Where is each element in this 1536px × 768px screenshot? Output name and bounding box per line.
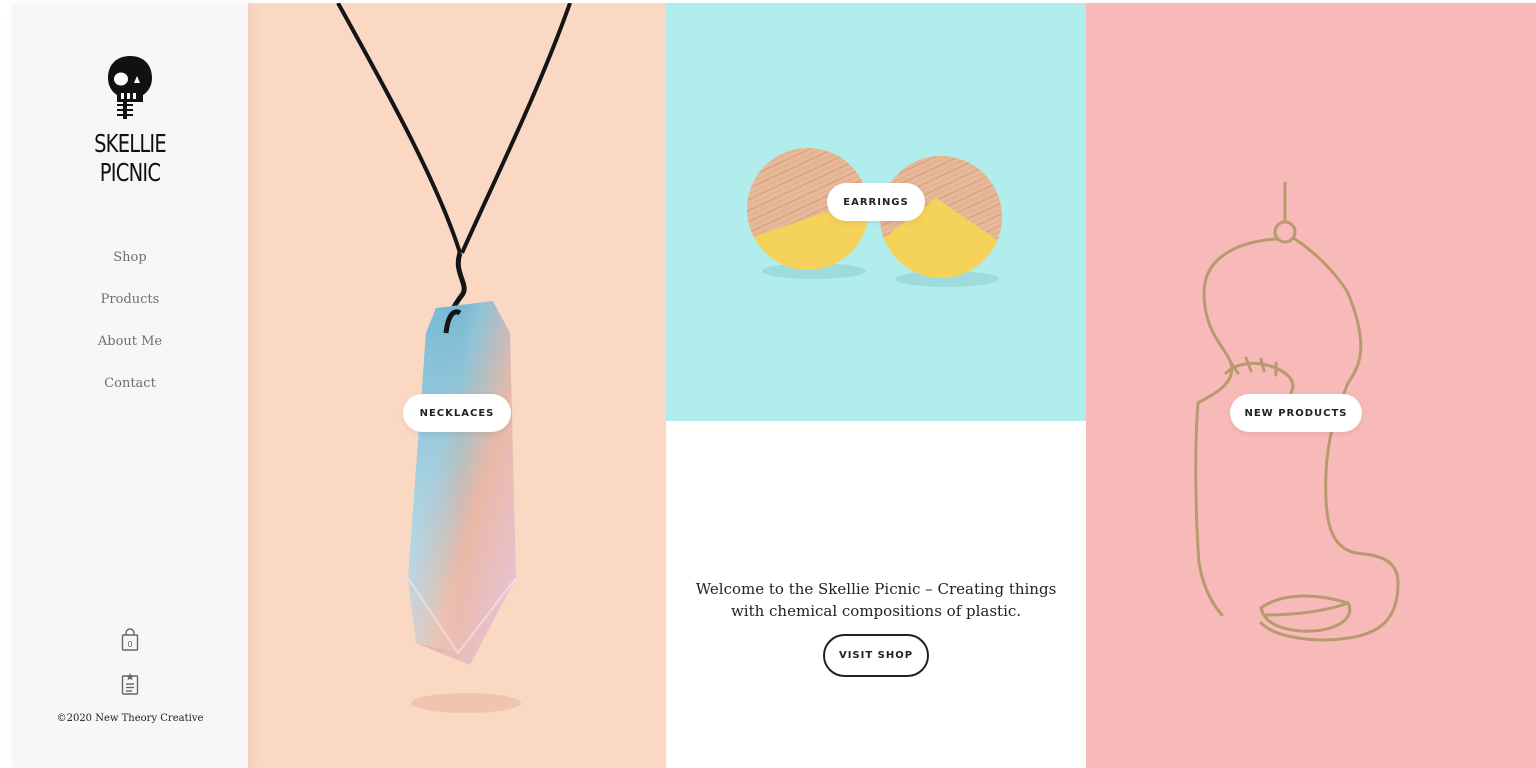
- cart-button[interactable]: 0: [120, 628, 140, 652]
- necklace-pendant-image: [336, 3, 572, 713]
- new-products-panel[interactable]: NEW PRODUCTS: [1086, 3, 1536, 768]
- earrings-panel[interactable]: EARRINGS: [666, 3, 1086, 421]
- nav-item-about-me[interactable]: About Me: [12, 333, 248, 375]
- welcome-panel: Welcome to the Skellie Picnic – Creating…: [666, 421, 1086, 768]
- new-products-button[interactable]: NEW PRODUCTS: [1230, 394, 1362, 432]
- clipboard-star-icon: [121, 673, 139, 695]
- nav-item-shop[interactable]: Shop: [12, 249, 248, 291]
- logo-line-2: PICNIC: [99, 158, 161, 187]
- shopping-bag-icon: 0: [121, 628, 139, 651]
- visit-shop-button[interactable]: VISIT SHOP: [823, 634, 929, 677]
- cart-count: 0: [127, 640, 132, 649]
- logo-wordmark: SKELLIE PICNIC: [12, 129, 248, 187]
- necklaces-button[interactable]: NECKLACES: [403, 394, 511, 432]
- welcome-line-2: with chemical compositions of plastic.: [730, 602, 1022, 620]
- necklaces-panel[interactable]: NECKLACES: [248, 3, 666, 768]
- sidebar: SKELLIE PICNIC Shop Products About Me Co…: [12, 3, 248, 768]
- nav-item-products[interactable]: Products: [12, 291, 248, 333]
- logo-line-1: SKELLIE: [94, 129, 167, 158]
- welcome-line-1: Welcome to the Skellie Picnic – Creating…: [695, 580, 1057, 598]
- welcome-text: Welcome to the Skellie Picnic – Creating…: [666, 578, 1086, 622]
- earrings-button[interactable]: EARRINGS: [827, 183, 925, 221]
- wishlist-button[interactable]: [120, 672, 140, 696]
- main-nav: Shop Products About Me Contact: [12, 249, 248, 417]
- nav-item-contact[interactable]: Contact: [12, 375, 248, 417]
- copyright-text: ©2020 New Theory Creative: [56, 713, 204, 724]
- skull-icon: [108, 56, 152, 119]
- face-wire-earring-image: [1194, 181, 1400, 642]
- site-logo[interactable]: SKELLIE PICNIC: [12, 53, 248, 187]
